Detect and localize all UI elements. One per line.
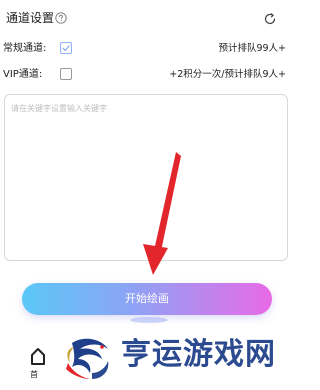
refresh-icon[interactable] [263,12,277,26]
page-title: 通道设置 [6,11,55,25]
start-drawing-button[interactable]: 开始绘画 [22,283,272,315]
help-circle-icon[interactable] [55,12,67,24]
regular-channel-label: 常规通道: [3,43,47,54]
vip-channel-label: VIP通道: [3,69,43,80]
regular-channel-queue: 预计排队99人+ [218,43,286,54]
watermark-text: 亨运游戏网 [121,337,276,372]
keyword-input-container [4,94,288,261]
regular-channel-row[interactable]: 常规通道: 预计排队99人+ [0,38,292,62]
home-icon[interactable] [30,346,46,366]
vip-channel-checkbox[interactable] [60,68,72,80]
keyword-input[interactable] [5,95,287,260]
channel-settings-header: 通道设置 [0,0,292,40]
button-shadow [130,317,168,323]
vip-channel-queue: +2积分一次/预计排队9人+ [169,69,286,80]
dragon-logo-icon [66,338,109,379]
nav-home-label[interactable]: 首 [30,370,38,380]
check-icon [62,45,70,51]
vip-channel-row[interactable]: VIP通道: +2积分一次/预计排队9人+ [0,64,292,88]
regular-channel-checkbox[interactable] [60,42,72,54]
